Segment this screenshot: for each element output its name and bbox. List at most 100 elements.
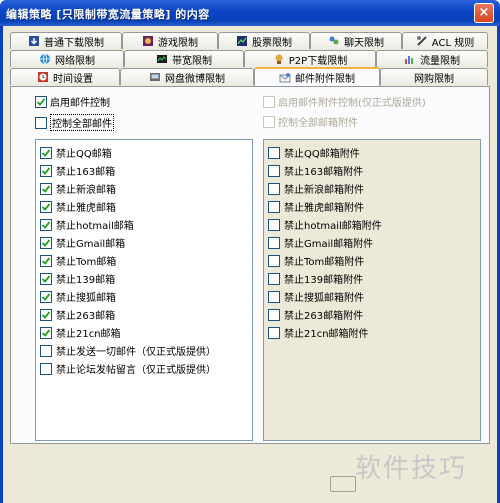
list-item[interactable]: 禁止雅虎邮箱 bbox=[40, 199, 116, 214]
item-label: 禁止263邮箱附件 bbox=[284, 311, 364, 322]
tab-bandwidth[interactable]: 带宽限制 bbox=[124, 50, 244, 67]
tab-mail-attachment[interactable]: 邮件附件限制 bbox=[254, 67, 380, 86]
checkbox[interactable] bbox=[40, 308, 52, 321]
checkbox[interactable] bbox=[40, 290, 52, 303]
control-all-attachment-checkbox[interactable]: 控制全部邮箱附件 bbox=[263, 114, 358, 129]
list-item[interactable]: 禁止Tom邮箱 bbox=[40, 253, 116, 268]
tab-label: 网络限制 bbox=[55, 55, 95, 67]
tab-label: 网盘微博限制 bbox=[165, 73, 225, 85]
checkbox[interactable] bbox=[40, 146, 52, 159]
checkbox[interactable] bbox=[268, 200, 280, 213]
dialog-button[interactable] bbox=[330, 476, 356, 492]
list-item[interactable]: 禁止163邮箱 bbox=[40, 163, 115, 178]
item-label: 禁止发送一切邮件（仅正式版提供） bbox=[56, 347, 216, 358]
tab-online-shopping[interactable]: 网购限制 bbox=[380, 68, 488, 85]
tab-label: 网购限制 bbox=[414, 73, 454, 85]
checkbox[interactable] bbox=[40, 236, 52, 249]
tab-label: 股票限制 bbox=[252, 37, 292, 49]
checkbox[interactable] bbox=[268, 290, 280, 303]
item-label: 禁止hotmail邮箱附件 bbox=[284, 221, 382, 232]
list-item[interactable]: 禁止139邮箱 bbox=[40, 271, 115, 286]
download-icon bbox=[28, 35, 40, 47]
clock-icon bbox=[37, 71, 49, 83]
enable-attachment-control-checkbox[interactable]: 启用邮件附件控制(仅正式版提供) bbox=[263, 94, 426, 109]
enable-mail-control-checkbox[interactable]: 启用邮件控制 bbox=[35, 94, 110, 109]
checkbox-label: 启用邮件控制 bbox=[50, 98, 110, 109]
checkbox[interactable] bbox=[40, 218, 52, 231]
list-item[interactable]: 禁止Tom邮箱附件 bbox=[268, 253, 364, 268]
checkbox[interactable] bbox=[268, 272, 280, 285]
checkbox[interactable] bbox=[40, 164, 52, 177]
tab-chat[interactable]: 聊天限制 bbox=[310, 32, 402, 49]
p2p-icon bbox=[273, 53, 285, 65]
checkbox[interactable] bbox=[268, 308, 280, 321]
tab-label: ACL 规则 bbox=[431, 37, 475, 49]
list-item[interactable]: 禁止hotmail邮箱附件 bbox=[268, 217, 382, 232]
list-item[interactable]: 禁止搜狐邮箱 bbox=[40, 289, 116, 304]
checkbox[interactable] bbox=[40, 254, 52, 267]
tab-stock[interactable]: 股票限制 bbox=[218, 32, 310, 49]
list-item[interactable]: 禁止论坛发帖留言（仅正式版提供） bbox=[40, 361, 216, 376]
tab-cloud-disk[interactable]: 网盘微博限制 bbox=[120, 68, 254, 85]
checkbox[interactable] bbox=[268, 182, 280, 195]
list-item[interactable]: 禁止21cn邮箱附件 bbox=[268, 325, 369, 340]
list-item[interactable]: 禁止Gmail邮箱 bbox=[40, 235, 125, 250]
list-item[interactable]: 禁止163邮箱附件 bbox=[268, 163, 363, 178]
list-item[interactable]: 禁止139邮箱附件 bbox=[268, 271, 363, 286]
list-item[interactable]: 禁止hotmail邮箱 bbox=[40, 217, 134, 232]
list-item[interactable]: 禁止263邮箱附件 bbox=[268, 307, 363, 322]
acl-icon bbox=[416, 35, 428, 47]
tab-normal-download[interactable]: 普通下载限制 bbox=[10, 32, 122, 49]
checkbox[interactable] bbox=[268, 254, 280, 267]
traffic-chart-icon bbox=[404, 53, 416, 65]
item-label: 禁止21cn邮箱 bbox=[56, 329, 121, 340]
tab-label: 聊天限制 bbox=[344, 37, 384, 49]
checkbox-label: 控制全部邮件 bbox=[50, 114, 114, 131]
tab-game[interactable]: 游戏限制 bbox=[122, 32, 218, 49]
checkbox[interactable] bbox=[268, 326, 280, 339]
checkbox[interactable] bbox=[35, 116, 47, 129]
item-label: 禁止139邮箱附件 bbox=[284, 275, 364, 286]
checkbox[interactable] bbox=[263, 115, 275, 128]
tab-label: 时间设置 bbox=[53, 73, 93, 85]
tab-label: 普通下载限制 bbox=[44, 37, 104, 49]
list-item[interactable]: 禁止搜狐邮箱附件 bbox=[268, 289, 364, 304]
tab-p2p[interactable]: P2P下载限制 bbox=[244, 50, 376, 67]
list-item[interactable]: 禁止新浪邮箱附件 bbox=[268, 181, 364, 196]
checkbox[interactable] bbox=[268, 236, 280, 249]
item-label: 禁止Gmail邮箱 bbox=[56, 239, 126, 250]
checkbox[interactable] bbox=[268, 146, 280, 159]
checkbox[interactable] bbox=[40, 200, 52, 213]
tab-network[interactable]: 网络限制 bbox=[10, 50, 124, 67]
item-label: 禁止搜狐邮箱 bbox=[56, 293, 116, 304]
checkbox-label: 控制全部邮箱附件 bbox=[278, 118, 358, 129]
list-item[interactable]: 禁止雅虎邮箱附件 bbox=[268, 199, 364, 214]
checkbox[interactable] bbox=[40, 326, 52, 339]
chat-icon bbox=[328, 35, 340, 47]
checkbox-label: 启用邮件附件控制(仅正式版提供) bbox=[278, 98, 426, 109]
list-item[interactable]: 禁止新浪邮箱 bbox=[40, 181, 116, 196]
list-item[interactable]: 禁止QQ邮箱 bbox=[40, 145, 112, 160]
checkbox[interactable] bbox=[40, 182, 52, 195]
list-item[interactable]: 禁止发送一切邮件（仅正式版提供） bbox=[40, 343, 216, 358]
item-label: 禁止雅虎邮箱 bbox=[56, 203, 116, 214]
list-item[interactable]: 禁止263邮箱 bbox=[40, 307, 115, 322]
checkbox[interactable] bbox=[40, 344, 52, 357]
control-all-mail-checkbox[interactable]: 控制全部邮件 bbox=[35, 114, 114, 131]
tab-acl[interactable]: ACL 规则 bbox=[402, 32, 488, 49]
close-button[interactable]: × bbox=[474, 3, 494, 23]
checkbox[interactable] bbox=[40, 362, 52, 375]
checkbox[interactable] bbox=[40, 272, 52, 285]
list-item[interactable]: 禁止21cn邮箱 bbox=[40, 325, 121, 340]
checkbox[interactable] bbox=[268, 218, 280, 231]
checkbox[interactable] bbox=[35, 95, 47, 108]
tab-time-settings[interactable]: 时间设置 bbox=[10, 68, 120, 85]
tab-traffic[interactable]: 流量限制 bbox=[376, 50, 488, 67]
bandwidth-icon bbox=[156, 53, 168, 65]
checkbox[interactable] bbox=[268, 164, 280, 177]
item-label: 禁止163邮箱附件 bbox=[284, 167, 364, 178]
item-label: 禁止雅虎邮箱附件 bbox=[284, 203, 364, 214]
list-item[interactable]: 禁止Gmail邮箱附件 bbox=[268, 235, 373, 250]
list-item[interactable]: 禁止QQ邮箱附件 bbox=[268, 145, 360, 160]
checkbox[interactable] bbox=[263, 95, 275, 108]
